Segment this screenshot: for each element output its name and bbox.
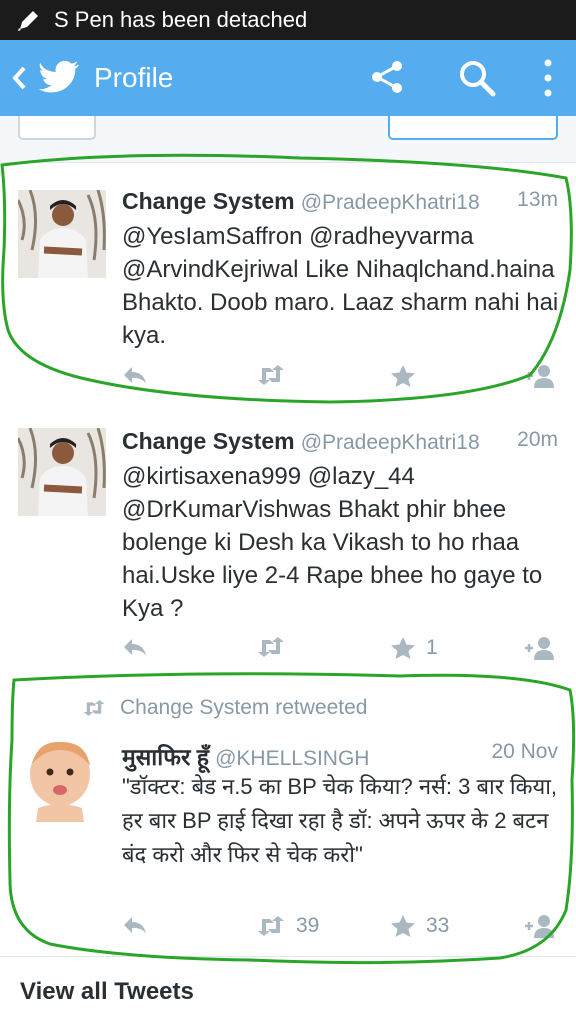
reply-icon (124, 917, 146, 933)
author-handle[interactable]: @KHELLSINGH (215, 747, 369, 770)
avatar[interactable] (18, 736, 104, 822)
chevron-left-icon (12, 66, 26, 90)
reply-button[interactable] (122, 636, 148, 658)
favorite-button[interactable] (390, 364, 416, 388)
follow-button[interactable] (388, 116, 558, 140)
favorite-count: 33 (426, 914, 450, 937)
reply-button[interactable] (122, 364, 148, 386)
twitter-bird-icon (38, 60, 79, 93)
tweet-item[interactable]: Change System retweeted मुसाफिर हूँ @KHE… (0, 678, 576, 957)
share-icon[interactable] (370, 60, 404, 94)
avatar-image (18, 428, 106, 516)
retweet-button[interactable] (256, 636, 286, 658)
retweet-button[interactable] (256, 364, 286, 386)
favorite-button[interactable]: 33 (390, 914, 449, 938)
follow-user-button[interactable] (522, 636, 556, 660)
overflow-menu-icon[interactable] (540, 58, 556, 98)
tweet-item[interactable]: Change System @PradeepKhatri18 13m @YesI… (0, 168, 576, 409)
pen-icon (18, 11, 38, 31)
author-name[interactable]: Change System (122, 428, 295, 454)
tweet-header: मुसाफिर हूँ @KHELLSINGH 20 Nov (122, 740, 558, 772)
star-icon (391, 915, 415, 937)
favorite-button[interactable]: 1 (390, 636, 438, 660)
retweeted-by: Change System retweeted (82, 696, 367, 720)
author-name[interactable]: मुसाफिर हूँ (122, 744, 209, 770)
profile-settings-button[interactable] (18, 116, 96, 140)
retweet-icon (258, 916, 284, 936)
retweet-icon (83, 700, 105, 716)
retweeted-by-text: Change System retweeted (120, 696, 368, 719)
tweet-text: @kirtisaxena999 @lazy_44 @DrKumarVishwas… (122, 463, 543, 622)
tweet-time: 13m (517, 188, 558, 211)
avatar[interactable] (18, 190, 106, 278)
add-user-icon (525, 365, 554, 388)
star-icon (391, 365, 415, 387)
tweet-header: Change System @PradeepKhatri18 20m (122, 428, 558, 455)
retweet-count: 39 (296, 914, 320, 937)
reply-icon (124, 367, 146, 383)
retweet-icon (258, 365, 284, 385)
retweet-button[interactable]: 39 (256, 914, 319, 938)
avatar[interactable] (18, 428, 106, 516)
author-name[interactable]: Change System (122, 188, 295, 214)
tweet-time: 20 Nov (491, 740, 558, 763)
app-bar: Profile (0, 40, 576, 116)
tweet-time: 20m (517, 428, 558, 451)
tweet-actions (122, 364, 562, 392)
favorite-count: 1 (426, 636, 438, 659)
status-bar: S Pen has been detached (0, 0, 576, 40)
avatar-image (18, 736, 104, 822)
status-text: S Pen has been detached (54, 7, 308, 32)
search-icon[interactable] (458, 59, 496, 97)
follow-user-button[interactable] (522, 914, 556, 938)
tweet-actions: 1 (122, 636, 562, 664)
add-user-icon (525, 637, 554, 660)
view-all-tweets-link[interactable]: View all Tweets (20, 978, 194, 1006)
retweet-icon (258, 637, 284, 657)
reply-button[interactable] (122, 914, 148, 936)
author-handle[interactable]: @PradeepKhatri18 (301, 431, 480, 454)
profile-button-strip (0, 116, 576, 163)
tweet-text: "डॉक्टर: बेड न.5 का BP चेक किया? नर्स: 3… (122, 774, 558, 867)
follow-user-button[interactable] (522, 364, 556, 388)
author-handle[interactable]: @PradeepKhatri18 (301, 191, 480, 214)
tweet-item[interactable]: Change System @PradeepKhatri18 20m @kirt… (0, 408, 576, 679)
tweet-actions: 39 33 (122, 914, 562, 942)
star-icon (391, 637, 415, 659)
avatar-image (18, 190, 106, 278)
tweet-text: @YesIamSaffron @radheyvarma @ArvindKejri… (122, 223, 559, 349)
tweet-header: Change System @PradeepKhatri18 13m (122, 188, 558, 215)
page-title: Profile (94, 62, 174, 93)
reply-icon (124, 639, 146, 655)
back-button[interactable] (8, 64, 30, 92)
add-user-icon (525, 915, 554, 938)
